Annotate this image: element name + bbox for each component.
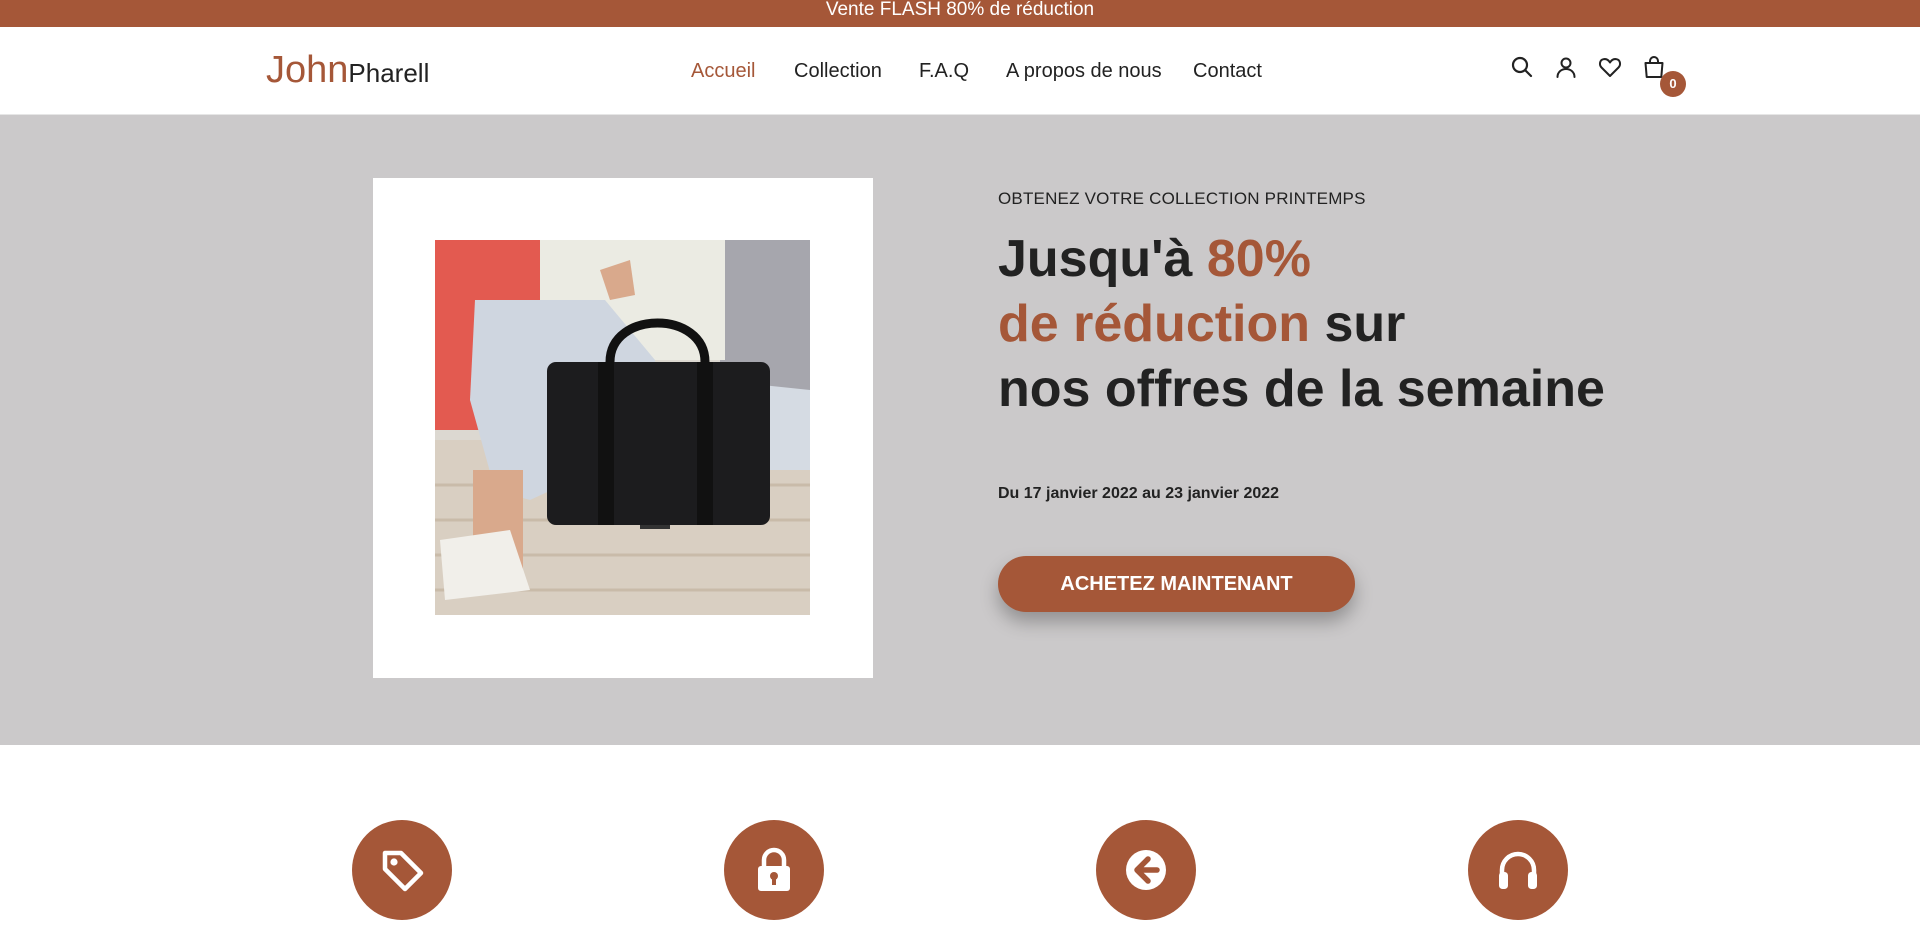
return-arrow-icon — [1126, 850, 1166, 890]
lock-icon — [758, 847, 790, 891]
logo-part-john: John — [266, 49, 349, 91]
headline-part1: Jusqu'à — [998, 230, 1207, 288]
logo-part-pharell: Pharell — [348, 58, 430, 88]
headline-part2: sur — [1310, 295, 1406, 353]
feature-lock — [724, 820, 824, 920]
heart-icon[interactable] — [1598, 55, 1622, 79]
headline-highlight-reduction: de réduction — [998, 295, 1311, 353]
announcement-bar: Vente FLASH 80% de réduction — [0, 0, 1920, 27]
search-icon[interactable] — [1510, 55, 1534, 79]
hero-image-frame — [373, 178, 873, 678]
headphones-icon — [1499, 851, 1537, 889]
cart-count-badge: 0 — [1660, 71, 1686, 97]
nav-faq[interactable]: F.A.Q — [919, 60, 969, 83]
feature-return — [1096, 820, 1196, 920]
site-header: JohnPharell Accueil Collection F.A.Q A p… — [0, 27, 1920, 115]
hero-section: OBTENEZ VOTRE COLLECTION PRINTEMPS Jusqu… — [0, 115, 1920, 745]
nav-accueil[interactable]: Accueil — [691, 60, 755, 83]
hero-eyebrow: OBTENEZ VOTRE COLLECTION PRINTEMPS — [998, 189, 1366, 208]
nav-collection[interactable]: Collection — [794, 60, 882, 83]
hero-headline: Jusqu'à 80% de réduction sur nos offres … — [998, 227, 1605, 422]
hero-product-image — [435, 240, 810, 615]
announcement-text: Vente FLASH 80% de réduction — [825, 0, 1095, 20]
feature-tag — [352, 820, 452, 920]
offer-dates: Du 17 janvier 2022 au 23 janvier 2022 — [998, 485, 1280, 502]
feature-support — [1468, 820, 1568, 920]
nav-contact[interactable]: Contact — [1193, 60, 1262, 83]
nav-a-propos[interactable]: A propos de nous — [1006, 60, 1162, 83]
headline-highlight-percent: 80% — [1206, 230, 1311, 288]
site-logo[interactable]: JohnPharell — [266, 49, 429, 92]
headline-line3: nos offres de la semaine — [998, 360, 1605, 418]
shop-now-button[interactable]: ACHETEZ MAINTENANT — [998, 556, 1355, 612]
user-icon[interactable] — [1554, 55, 1578, 79]
tag-icon — [382, 850, 424, 892]
